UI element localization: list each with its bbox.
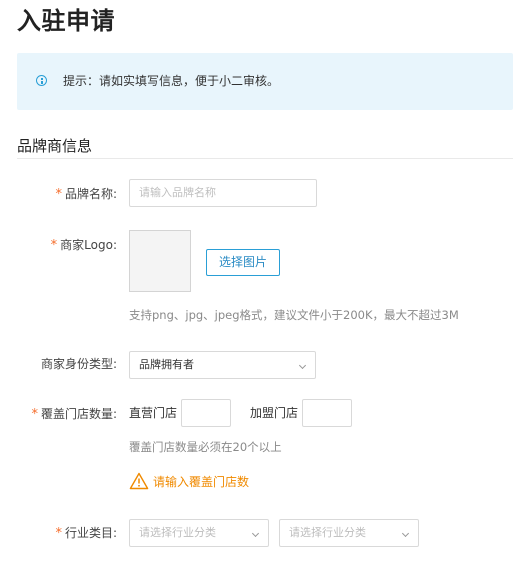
franchise-stores-field[interactable] bbox=[302, 399, 352, 427]
logo-label-text: 商家Logo: bbox=[60, 238, 117, 252]
industry-select-primary[interactable]: 请选择行业分类 bbox=[129, 519, 269, 547]
stores-hint: 覆盖门店数量必须在20个以上 bbox=[129, 440, 282, 454]
industry-label-text: 行业类目: bbox=[64, 526, 117, 540]
franchise-stores-input[interactable] bbox=[312, 400, 350, 426]
franchise-stores-label: 加盟门店 bbox=[250, 406, 299, 420]
logo-hint: 支持png、jpg、jpeg格式，建议文件小于200K，最大不超过3M bbox=[129, 308, 459, 322]
section-divider bbox=[17, 158, 513, 159]
choose-image-button[interactable]: 选择图片 bbox=[206, 249, 280, 276]
industry-select-primary-placeholder: 请选择行业分类 bbox=[139, 526, 216, 539]
brand-name-label-text: 品牌名称: bbox=[64, 187, 117, 201]
identity-select[interactable]: 品牌拥有者 bbox=[129, 351, 316, 379]
required-mark: * bbox=[31, 407, 38, 422]
industry-select-secondary-placeholder: 请选择行业分类 bbox=[289, 526, 366, 539]
page-title: 入驻申请 bbox=[17, 7, 115, 35]
industry-label: * 行业类目: bbox=[55, 525, 117, 542]
identity-select-value: 品牌拥有者 bbox=[139, 358, 194, 371]
section-title: 品牌商信息 bbox=[17, 137, 93, 155]
tip-text: 提示：请如实填写信息，便于小二审核。 bbox=[63, 74, 280, 88]
info-circle-icon bbox=[36, 75, 47, 86]
direct-stores-input[interactable] bbox=[191, 400, 229, 426]
brand-name-field[interactable] bbox=[129, 179, 317, 207]
required-mark: * bbox=[55, 526, 62, 541]
stores-label: * 覆盖门店数量: bbox=[31, 406, 117, 423]
stores-error-text: 请输入覆盖门店数 bbox=[153, 475, 250, 489]
brand-name-label: * 品牌名称: bbox=[55, 186, 117, 203]
tip-banner: 提示：请如实填写信息，便于小二审核。 bbox=[17, 53, 513, 110]
stores-label-text: 覆盖门店数量: bbox=[40, 407, 117, 421]
identity-label: 商家身份类型: bbox=[40, 357, 117, 371]
direct-stores-field[interactable] bbox=[181, 399, 231, 427]
chevron-down-icon bbox=[298, 361, 307, 370]
direct-stores-label: 直营门店 bbox=[129, 406, 178, 420]
required-mark: * bbox=[50, 238, 58, 253]
chevron-down-icon bbox=[251, 529, 260, 538]
industry-select-secondary[interactable]: 请选择行业分类 bbox=[279, 519, 419, 547]
brand-name-input[interactable] bbox=[139, 180, 308, 206]
required-mark: * bbox=[55, 187, 62, 202]
logo-preview[interactable] bbox=[129, 230, 191, 292]
chevron-down-icon bbox=[401, 529, 410, 538]
logo-label: * 商家Logo: bbox=[51, 237, 117, 254]
warning-triangle-icon bbox=[129, 472, 149, 490]
